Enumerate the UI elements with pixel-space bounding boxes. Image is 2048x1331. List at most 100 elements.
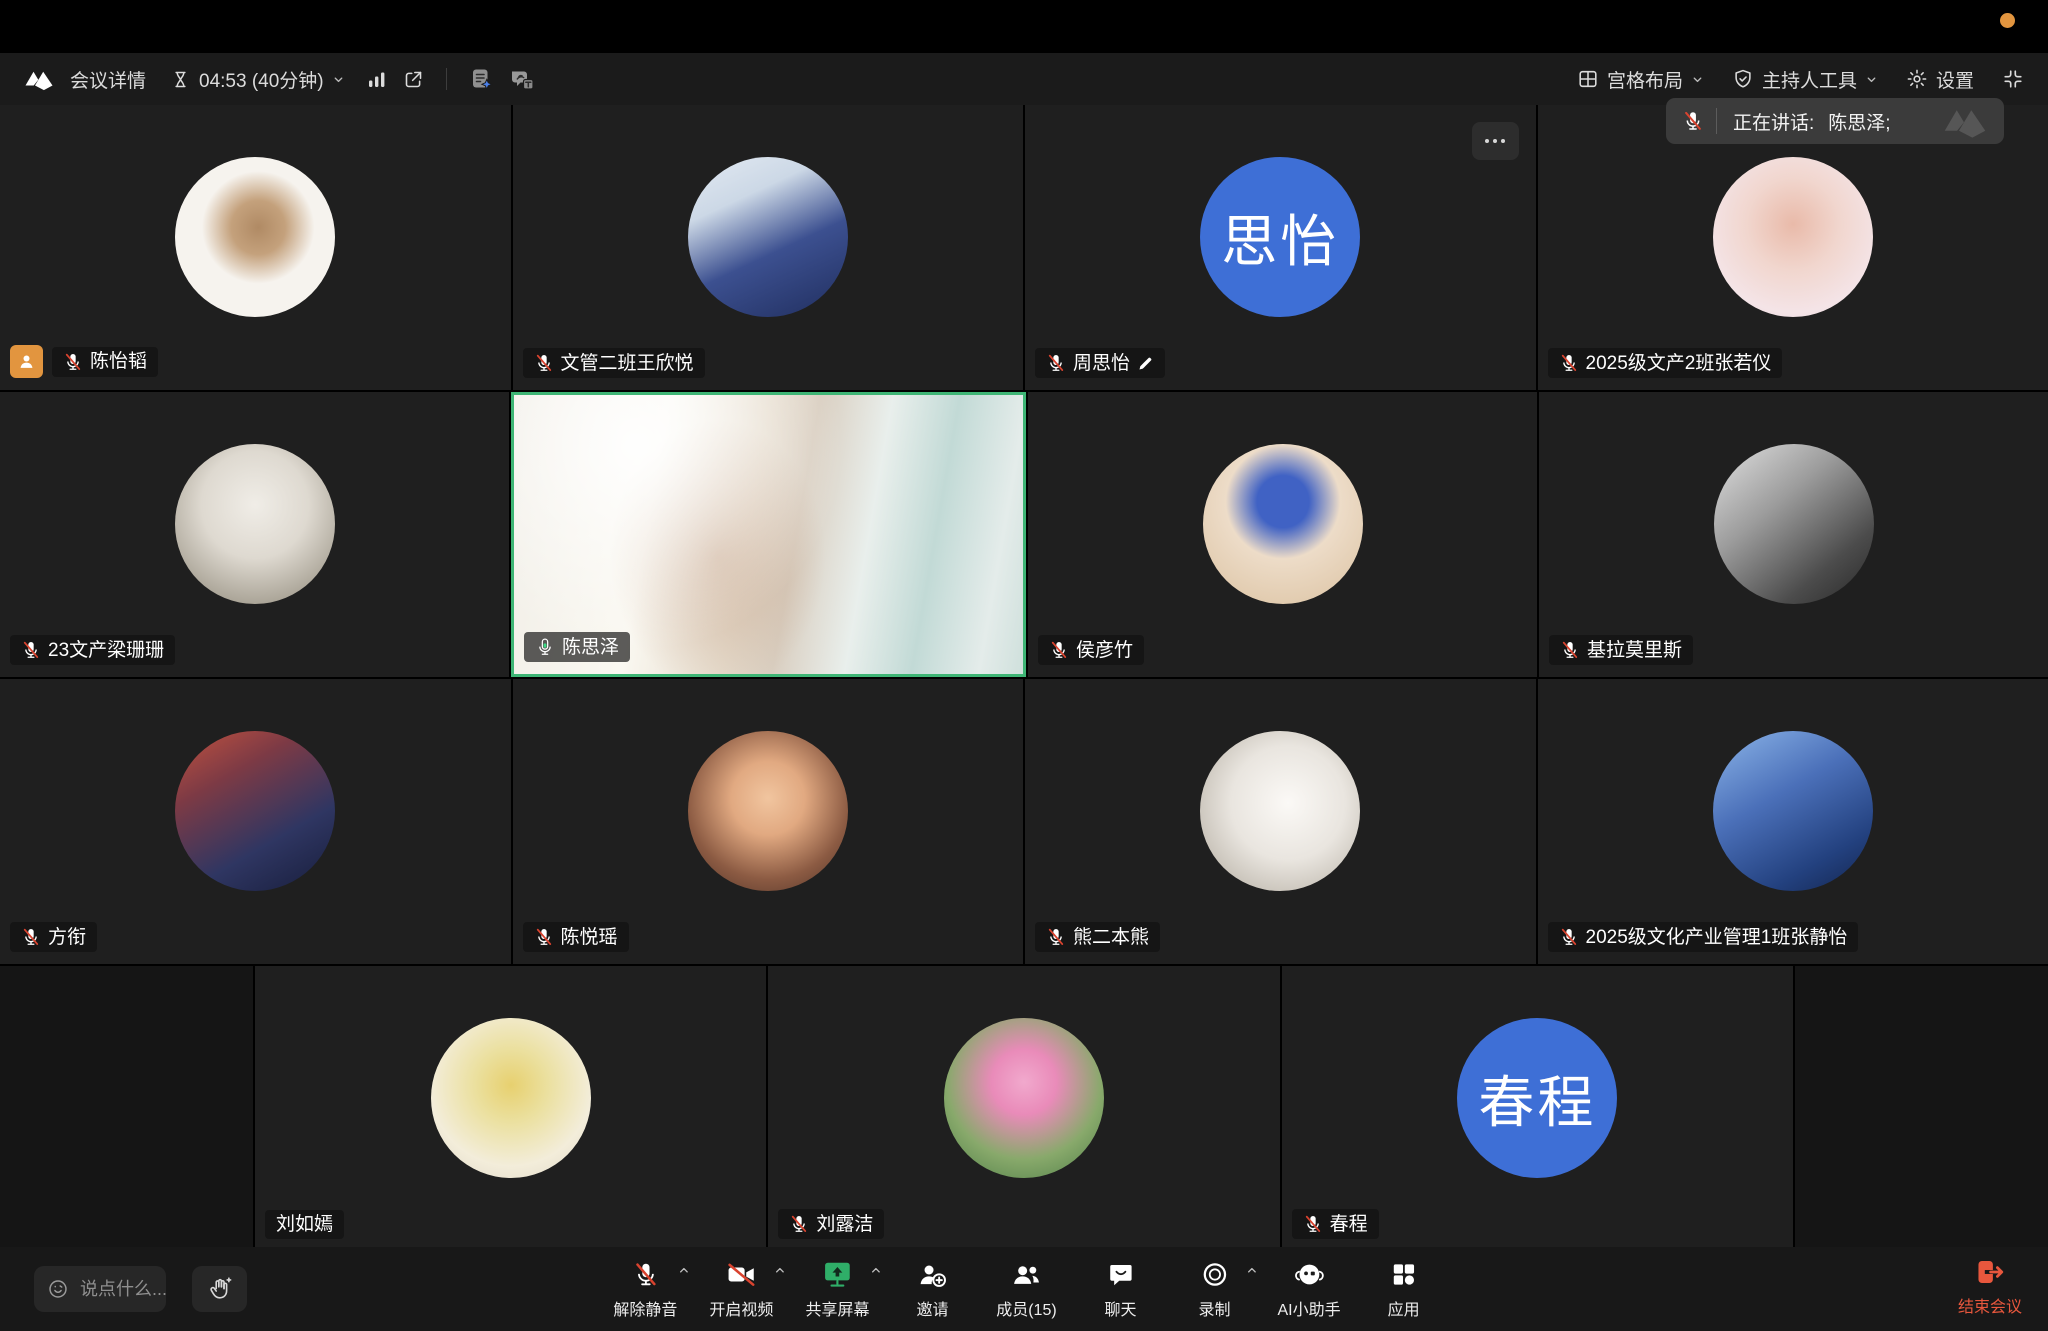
toolbar-button-members[interactable]: 成员(15) bbox=[991, 1256, 1061, 1322]
settings-label: 设置 bbox=[1936, 66, 1974, 93]
quick-chat-box[interactable] bbox=[34, 1266, 166, 1312]
participant-name: 熊二本熊 bbox=[1073, 928, 1149, 947]
participant-tile[interactable]: 熊二本熊 bbox=[1025, 679, 1536, 964]
participant-avatar-cartoon-girl-blue-hair bbox=[1203, 444, 1363, 604]
exit-fullscreen-button[interactable] bbox=[2002, 68, 2024, 90]
bottom-toolbar: 解除静音 开启视频 共享屏幕 邀请 成员(15) 聊天 录制 AI小助手 bbox=[0, 1247, 2048, 1331]
toolbar-button-invite[interactable]: 邀请 bbox=[897, 1256, 967, 1322]
toolbar-button-icon bbox=[1294, 1258, 1324, 1290]
muted-mic-icon bbox=[1682, 110, 1704, 132]
rename-icon[interactable] bbox=[1137, 355, 1154, 372]
participant-avatar-anime-blue-character bbox=[1713, 731, 1873, 891]
participant-tile-active-speaker[interactable]: 陈思泽 bbox=[511, 392, 1026, 677]
more-options-button[interactable] bbox=[1472, 122, 1519, 160]
participant-name: 侯彦竹 bbox=[1076, 641, 1133, 660]
participant-tile[interactable]: 侯彦竹 bbox=[1028, 392, 1537, 677]
empty-grid-space bbox=[1795, 966, 2048, 1251]
participant-avatar-pink-lotus bbox=[944, 1018, 1104, 1178]
participant-name-bar: 基拉莫里斯 bbox=[1549, 635, 1693, 665]
toolbar-button-start-video[interactable]: 开启视频 bbox=[705, 1256, 777, 1322]
chevron-up-icon[interactable] bbox=[773, 1264, 786, 1277]
network-signal-button[interactable] bbox=[367, 69, 387, 89]
end-meeting-button[interactable]: 结束会议 bbox=[1958, 1256, 2022, 1317]
leave-meeting-icon bbox=[1975, 1256, 2005, 1288]
participant-tile[interactable]: 方衔 bbox=[0, 679, 511, 964]
toolbar-button-ai-assistant[interactable]: AI小助手 bbox=[1273, 1256, 1344, 1322]
ai-notes-icon bbox=[469, 67, 493, 91]
participant-name-bar: 熊二本熊 bbox=[1035, 922, 1160, 952]
participant-tile[interactable]: 刘露洁 bbox=[768, 966, 1279, 1251]
toolbar-buttons: 解除静音 开启视频 共享屏幕 邀请 成员(15) 聊天 录制 AI小助手 bbox=[609, 1256, 1438, 1322]
open-in-new-window-button[interactable] bbox=[403, 69, 424, 90]
participant-name-bar: 周思怡 bbox=[1035, 348, 1165, 378]
meeting-timer[interactable]: 04:53 (40分钟) bbox=[170, 66, 345, 93]
toolbar-button-chat[interactable]: 聊天 bbox=[1085, 1256, 1155, 1322]
participant-tile[interactable]: 陈怡韬 bbox=[0, 105, 511, 390]
participant-name: 2025级文产2班张若仪 bbox=[1586, 354, 1772, 373]
participant-name: 基拉莫里斯 bbox=[1587, 641, 1682, 660]
participant-name: 刘如嫣 bbox=[276, 1215, 333, 1234]
participant-tile[interactable]: 2025级文产2班张若仪 bbox=[1538, 105, 2048, 390]
shield-check-icon bbox=[1732, 68, 1754, 90]
participant-name-bar: 2025级文化产业管理1班张静怡 bbox=[1548, 922, 1859, 952]
chevron-up-icon[interactable] bbox=[1245, 1264, 1258, 1277]
chevron-up-icon[interactable] bbox=[869, 1264, 882, 1277]
muted-mic-icon bbox=[1049, 640, 1069, 660]
chevron-down-icon bbox=[1691, 73, 1704, 86]
participant-tile[interactable]: 思怡 周思怡 bbox=[1025, 105, 1536, 390]
participant-tile[interactable]: 陈悦瑶 bbox=[513, 679, 1024, 964]
avatar-initials: 思怡 bbox=[1221, 197, 1339, 278]
captions-translate-button[interactable] bbox=[509, 67, 535, 91]
participant-avatar-white-cat-meme bbox=[1200, 731, 1360, 891]
participant-name-label: 文管二班王欣悦 bbox=[523, 348, 705, 378]
participant-name-bar: 陈怡韬 bbox=[10, 345, 158, 378]
toolbar-button-label: 成员(15) bbox=[996, 1296, 1056, 1320]
chevron-up-icon[interactable] bbox=[677, 1264, 690, 1277]
raise-hand-button[interactable] bbox=[192, 1266, 247, 1312]
toolbar-button-label: 开启视频 bbox=[709, 1296, 773, 1320]
participant-tile[interactable]: 文管二班王欣悦 bbox=[513, 105, 1024, 390]
speaking-prefix: 正在讲话: bbox=[1733, 108, 1814, 135]
participant-tile[interactable]: 刘如嫣 bbox=[255, 966, 766, 1251]
participant-tile[interactable]: 基拉莫里斯 bbox=[1539, 392, 2048, 677]
toolbar-button-apps[interactable]: 应用 bbox=[1369, 1256, 1439, 1322]
screen-recording-indicator bbox=[2000, 13, 2015, 28]
muted-mic-icon bbox=[534, 927, 554, 947]
emoji-smiley-icon bbox=[47, 1278, 69, 1300]
muted-mic-icon bbox=[534, 353, 554, 373]
quick-chat-input[interactable] bbox=[78, 1278, 174, 1301]
app-logo-icon bbox=[24, 67, 54, 91]
participant-name-label: 2025级文产2班张若仪 bbox=[1548, 348, 1783, 378]
participant-name-label: 刘如嫣 bbox=[265, 1210, 344, 1239]
muted-mic-icon bbox=[1559, 353, 1579, 373]
participant-name-label: 熊二本熊 bbox=[1035, 922, 1160, 952]
collapse-icon bbox=[2002, 68, 2024, 90]
settings-button[interactable]: 设置 bbox=[1906, 66, 1974, 93]
participant-name: 陈怡韬 bbox=[90, 352, 147, 371]
watermark-logo-icon bbox=[1942, 103, 1988, 139]
muted-mic-icon bbox=[1560, 640, 1580, 660]
toolbar-button-record[interactable]: 录制 bbox=[1179, 1256, 1249, 1322]
participant-name-label: 方衔 bbox=[10, 922, 97, 952]
system-menu-strip bbox=[0, 0, 2048, 53]
ai-notes-button[interactable] bbox=[469, 67, 493, 91]
active-speaker-toast: 正在讲话: 陈思泽; bbox=[1666, 98, 2004, 144]
participant-tile[interactable]: 23文产梁珊珊 bbox=[0, 392, 509, 677]
muted-mic-icon bbox=[1303, 1214, 1323, 1234]
toolbar-button-label: 录制 bbox=[1198, 1296, 1230, 1320]
host-tools-button[interactable]: 主持人工具 bbox=[1732, 66, 1878, 93]
participant-name: 文管二班王欣悦 bbox=[561, 354, 694, 373]
layout-selector-button[interactable]: 宫格布局 bbox=[1577, 66, 1704, 93]
participant-name: 刘露洁 bbox=[816, 1215, 873, 1234]
meeting-details-button[interactable]: 会议详情 bbox=[70, 66, 146, 93]
participant-name-bar: 陈思泽 bbox=[524, 632, 630, 662]
toolbar-button-icon bbox=[726, 1258, 756, 1290]
toolbar-button-icon bbox=[1107, 1258, 1134, 1290]
toolbar-button-share-screen[interactable]: 共享屏幕 bbox=[801, 1256, 873, 1322]
participant-tile[interactable]: 2025级文化产业管理1班张静怡 bbox=[1538, 679, 2048, 964]
participant-name-bar: 刘如嫣 bbox=[265, 1210, 344, 1239]
participant-tile[interactable]: 春程 春程 bbox=[1282, 966, 1793, 1251]
participant-name-label: 2025级文化产业管理1班张静怡 bbox=[1548, 922, 1859, 952]
toolbar-button-unmute[interactable]: 解除静音 bbox=[609, 1256, 681, 1322]
toolbar-button-icon bbox=[917, 1258, 947, 1290]
